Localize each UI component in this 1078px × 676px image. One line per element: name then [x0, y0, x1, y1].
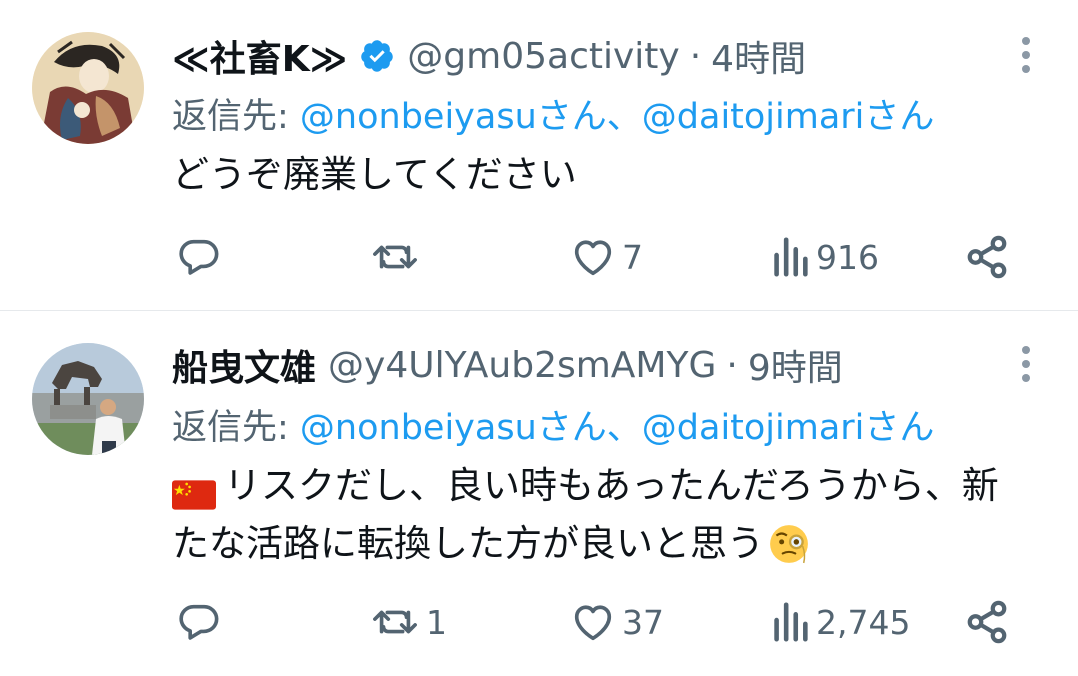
avatar[interactable]: [32, 343, 144, 455]
tweet-text: リスクだし、良い時もあったんだろうから、新 たな活路に転換した方が良いと思う: [172, 457, 1052, 573]
reply-to-line: 返信先: @nonbeiyasuさん、@daitojimariさん: [172, 399, 934, 450]
tweet-text: どうぞ廃業してください: [172, 146, 1052, 204]
tweet-text-line: どうぞ廃業してください: [172, 153, 577, 196]
user-handle[interactable]: @gm05activity: [407, 36, 679, 77]
more-vertical-icon[interactable]: [1020, 345, 1032, 385]
separator-dot: ·: [726, 344, 738, 386]
reply-mention-link[interactable]: @nonbeiyasuさん: [300, 408, 607, 448]
tweet-text-line: リスクだし、良い時もあったんだろうから、新: [172, 457, 1052, 515]
separator-dot: ·: [689, 35, 702, 77]
reply-mention-link[interactable]: @daitojimariさん: [642, 97, 935, 137]
share-button[interactable]: [964, 597, 1010, 647]
retweet-arrows-icon: [370, 234, 420, 280]
retweet-button[interactable]: 1: [370, 597, 447, 647]
display-name[interactable]: 船曳文雄: [172, 339, 316, 391]
tweet-text-line-2: たな活路に転換した方が良いと思う: [172, 522, 764, 565]
timestamp[interactable]: 9時間: [748, 339, 843, 391]
like-count: 7: [622, 237, 643, 277]
avatar[interactable]: [32, 32, 144, 144]
reply-button[interactable]: [176, 597, 222, 647]
reply-mention-link[interactable]: @daitojimariさん: [642, 408, 935, 448]
monocle-face-emoji: [768, 523, 810, 565]
retweet-count: 1: [426, 602, 447, 642]
share-icon: [964, 599, 1010, 645]
heart-icon: [570, 599, 616, 645]
like-count: 37: [622, 602, 664, 642]
tweet-2[interactable]: 船曳文雄 @y4UlYAub2smAMYG · 9時間 返信先: @nonbei…: [0, 311, 1078, 676]
tweet-header: 船曳文雄 @y4UlYAub2smAMYG · 9時間: [172, 338, 843, 392]
more-vertical-icon[interactable]: [1020, 36, 1032, 76]
china-flag-emoji: [172, 470, 216, 510]
reply-to-line: 返信先: @nonbeiyasuさん、@daitojimariさん: [172, 88, 934, 139]
reply-button[interactable]: [176, 232, 222, 282]
tweet-text-line: たな活路に転換した方が良いと思う: [172, 515, 1052, 573]
heart-icon: [570, 234, 616, 280]
tweet-text-line-1: リスクだし、良い時もあったんだろうから、新: [224, 464, 999, 507]
reply-separator: 、: [606, 408, 642, 448]
tweet-header: ≪社畜K≫ @gm05activity · 4時間: [172, 29, 806, 83]
views-count: 2,745: [816, 602, 911, 642]
retweet-button[interactable]: [370, 232, 420, 282]
views-count: 916: [816, 237, 879, 277]
reply-mention-link[interactable]: @nonbeiyasuさん: [300, 97, 607, 137]
verified-badge-icon: [359, 38, 395, 74]
tweet-1[interactable]: ≪社畜K≫ @gm05activity · 4時間 返信先: @nonbeiya…: [0, 0, 1078, 310]
user-handle[interactable]: @y4UlYAub2smAMYG: [328, 345, 716, 386]
reply-bubble-icon: [176, 599, 222, 645]
bar-chart-icon: [770, 599, 810, 645]
views-button[interactable]: 2,745: [770, 597, 910, 647]
display-name[interactable]: ≪社畜K≫: [172, 30, 347, 82]
views-button[interactable]: 916: [770, 232, 879, 282]
like-button[interactable]: 7: [570, 232, 643, 282]
bar-chart-icon: [770, 234, 810, 280]
share-icon: [964, 234, 1010, 280]
action-bar: 1 37 2,745: [0, 597, 1078, 647]
reply-separator: 、: [606, 97, 642, 137]
reply-prefix: 返信先:: [172, 408, 300, 448]
timestamp[interactable]: 4時間: [711, 30, 806, 82]
action-bar: 7 916: [0, 232, 1078, 282]
share-button[interactable]: [964, 232, 1010, 282]
like-button[interactable]: 37: [570, 597, 664, 647]
reply-bubble-icon: [176, 234, 222, 280]
retweet-arrows-icon: [370, 599, 420, 645]
reply-prefix: 返信先:: [172, 97, 300, 137]
